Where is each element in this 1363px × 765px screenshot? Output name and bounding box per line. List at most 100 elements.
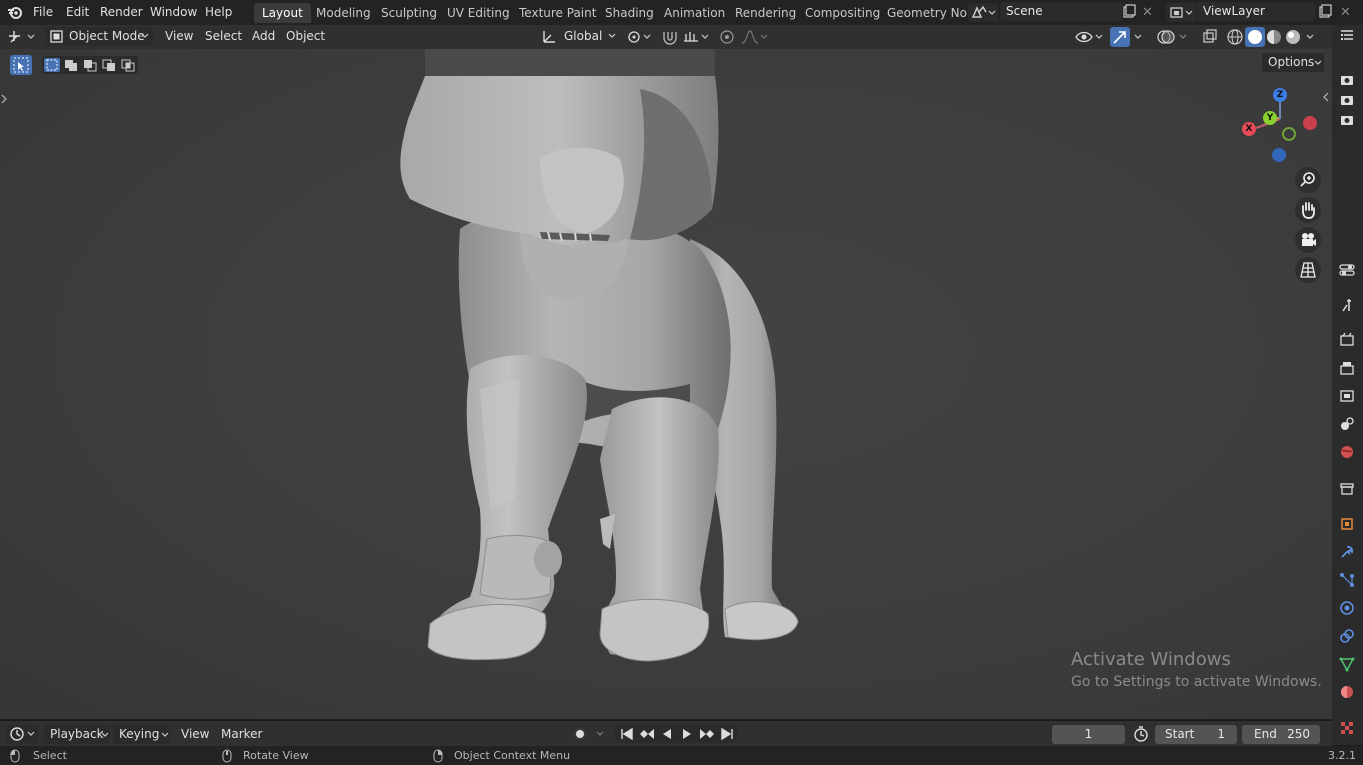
- timeline-menu-view[interactable]: View: [181, 725, 209, 744]
- shading-wireframe-button[interactable]: [1226, 28, 1244, 46]
- tab-sculpting[interactable]: Sculpting: [373, 3, 445, 23]
- material-properties-icon[interactable]: [1338, 683, 1356, 701]
- preview-range-toggle[interactable]: [1131, 725, 1151, 743]
- camera-view-button[interactable]: [1295, 227, 1321, 253]
- snap-target-dropdown[interactable]: [682, 28, 712, 46]
- particles-properties-icon[interactable]: [1338, 571, 1356, 589]
- delete-viewlayer-icon[interactable]: ✕: [1340, 3, 1356, 22]
- tab-geometry-nodes[interactable]: Geometry Noc: [879, 3, 967, 23]
- play-reverse-icon[interactable]: [657, 725, 677, 743]
- tab-animation[interactable]: Animation: [656, 3, 733, 23]
- output-properties-icon[interactable]: [1338, 359, 1356, 377]
- keying-dropdown[interactable]: Keying: [113, 725, 171, 744]
- menu-window[interactable]: Window: [150, 4, 197, 20]
- delete-scene-icon[interactable]: ✕: [1142, 3, 1158, 22]
- outliner-editor-icon[interactable]: [1338, 27, 1356, 45]
- playback-dropdown[interactable]: Playback: [44, 725, 110, 744]
- snap-toggle[interactable]: [660, 28, 680, 46]
- collection-properties-icon[interactable]: [1338, 480, 1356, 498]
- shading-dropdown[interactable]: [1304, 28, 1318, 46]
- gizmo-neg-z-ball[interactable]: [1272, 148, 1286, 162]
- sidebar-expand-arrow-icon[interactable]: [1321, 91, 1331, 103]
- navigation-gizmo[interactable]: Z Y X: [1236, 87, 1322, 167]
- tab-texture-paint[interactable]: Texture Paint: [511, 3, 604, 23]
- jump-end-icon[interactable]: [717, 725, 737, 743]
- camera-render-icon[interactable]: [1338, 111, 1356, 129]
- perspective-toggle-button[interactable]: [1295, 257, 1321, 283]
- new-scene-icon[interactable]: [1120, 3, 1138, 22]
- gizmo-neg-x-ball[interactable]: [1303, 116, 1317, 130]
- tab-modeling[interactable]: Modeling: [308, 3, 379, 23]
- falloff-dropdown[interactable]: [740, 28, 770, 46]
- zoom-view-button[interactable]: [1295, 167, 1321, 193]
- new-viewlayer-icon[interactable]: [1316, 3, 1334, 22]
- current-frame-field[interactable]: 1: [1052, 725, 1125, 744]
- options-dropdown[interactable]: Options: [1262, 53, 1324, 72]
- scene-browse-button[interactable]: [968, 3, 998, 22]
- shading-rendered-button[interactable]: [1284, 28, 1302, 46]
- render-properties-icon[interactable]: [1338, 331, 1356, 349]
- jump-keyframe-forward-icon[interactable]: [697, 725, 717, 743]
- end-frame-field[interactable]: End 250: [1242, 725, 1320, 744]
- xray-toggle[interactable]: [1201, 28, 1219, 46]
- overlays-toggle[interactable]: [1156, 27, 1176, 47]
- gizmo-toggle[interactable]: [1110, 27, 1130, 47]
- menu-render[interactable]: Render: [100, 4, 143, 20]
- grid-icon: [1300, 262, 1316, 278]
- tab-uv-editing[interactable]: UV Editing: [439, 3, 518, 23]
- visibility-dropdown[interactable]: [1074, 28, 1106, 46]
- gizmo-z-ball[interactable]: Z: [1273, 88, 1287, 102]
- gizmo-dropdown[interactable]: [1132, 28, 1146, 46]
- menu-file[interactable]: File: [33, 4, 53, 20]
- view-layer-properties-icon[interactable]: [1338, 387, 1356, 405]
- scene-properties-icon[interactable]: [1338, 415, 1356, 433]
- menu-object[interactable]: Object: [286, 27, 325, 46]
- texture-properties-icon[interactable]: [1338, 719, 1356, 737]
- gizmo-x-ball[interactable]: X: [1242, 122, 1256, 136]
- menu-help[interactable]: Help: [205, 4, 232, 20]
- gizmo-neg-y-ball[interactable]: [1282, 127, 1296, 141]
- properties-editor-icon[interactable]: [1338, 261, 1356, 279]
- tab-rendering[interactable]: Rendering: [727, 3, 804, 23]
- mode-dropdown[interactable]: Object Mode: [45, 27, 153, 46]
- timeline-menu-marker[interactable]: Marker: [221, 725, 262, 744]
- start-frame-field[interactable]: Start 1: [1155, 725, 1237, 744]
- data-properties-icon[interactable]: [1338, 655, 1356, 673]
- menu-add[interactable]: Add: [252, 27, 275, 46]
- constraints-properties-icon[interactable]: [1338, 627, 1356, 645]
- camera-render-icon[interactable]: [1338, 71, 1356, 89]
- jump-keyframe-back-icon[interactable]: [637, 725, 657, 743]
- menu-view[interactable]: View: [165, 27, 193, 46]
- transform-orientation-dropdown[interactable]: Global: [540, 27, 618, 46]
- pivot-point-button[interactable]: [625, 28, 655, 46]
- menu-select[interactable]: Select: [205, 27, 242, 46]
- tool-properties-icon[interactable]: [1338, 296, 1356, 314]
- play-icon[interactable]: [677, 725, 697, 743]
- pan-view-button[interactable]: [1295, 197, 1321, 223]
- modifier-properties-icon[interactable]: [1338, 543, 1356, 561]
- shading-material-button[interactable]: [1265, 28, 1283, 46]
- shading-solid-button[interactable]: [1245, 27, 1265, 47]
- viewlayer-browse-button[interactable]: [1166, 3, 1196, 22]
- physics-properties-icon[interactable]: [1338, 599, 1356, 617]
- editor-type-button[interactable]: [6, 27, 38, 46]
- gizmo-y-ball[interactable]: Y: [1263, 111, 1277, 125]
- viewlayer-name-field[interactable]: ViewLayer: [1197, 2, 1315, 21]
- auto-keying-toggle[interactable]: [568, 725, 608, 743]
- menu-edit[interactable]: Edit: [66, 4, 89, 20]
- world-properties-icon[interactable]: [1338, 443, 1356, 461]
- 3d-viewport[interactable]: Z Y X Options Activate Windows Go to Set…: [0, 49, 1332, 719]
- blender-logo-icon[interactable]: [7, 4, 23, 20]
- tab-layout[interactable]: Layout: [254, 3, 311, 23]
- object-properties-icon[interactable]: [1338, 515, 1356, 533]
- proportional-editing-toggle[interactable]: [716, 28, 738, 46]
- camera-render-icon[interactable]: [1338, 91, 1356, 109]
- timeline-header: Playback Keying View Marker 1 Start 1 En…: [0, 720, 1332, 747]
- jump-start-icon[interactable]: [617, 725, 637, 743]
- overlays-dropdown[interactable]: [1178, 28, 1190, 46]
- tab-shading[interactable]: Shading: [597, 3, 662, 23]
- timeline-editor-type-button[interactable]: [6, 725, 38, 743]
- sculpt-model[interactable]: [0, 49, 1332, 719]
- tab-compositing[interactable]: Compositing: [797, 3, 888, 23]
- scene-name-field[interactable]: Scene: [1000, 2, 1122, 21]
